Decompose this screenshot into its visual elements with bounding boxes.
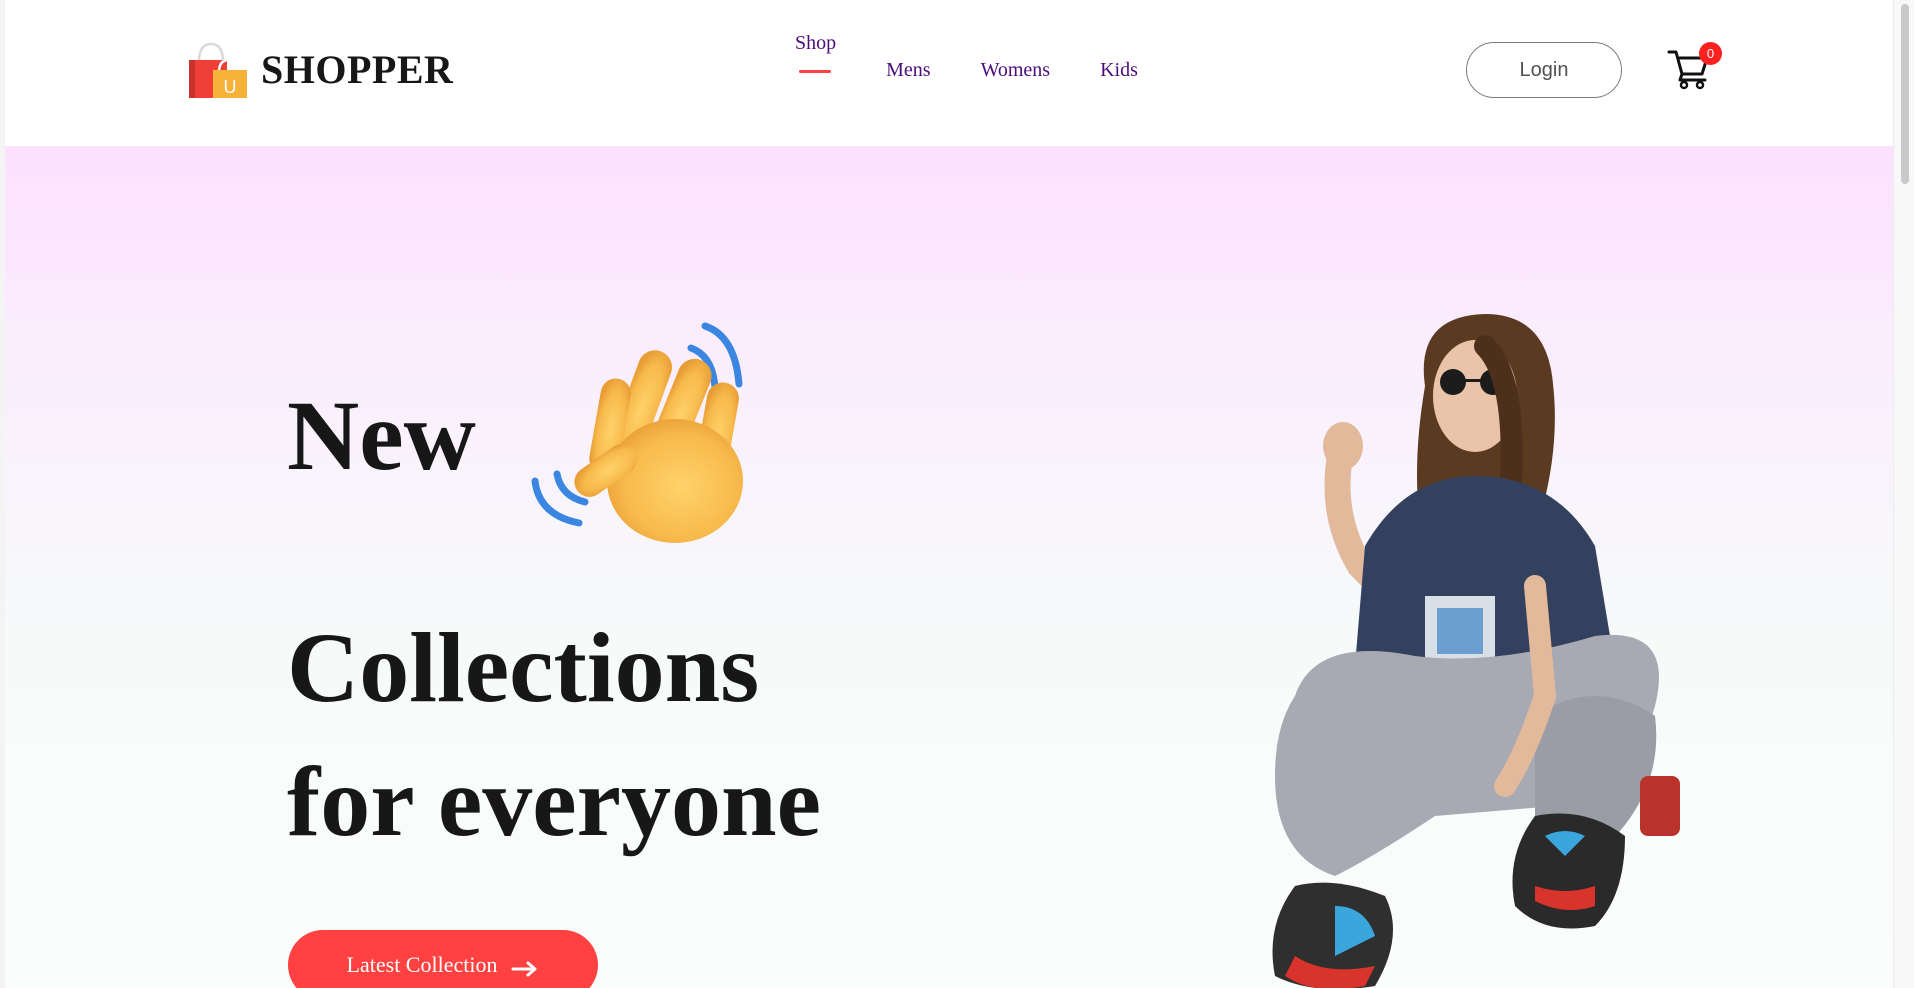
page: U SHOPPER Shop Mens Womens Kids Login 0 … (0, 0, 1914, 988)
nav-item-womens[interactable]: Womens (981, 59, 1051, 103)
scrollbar[interactable] (1893, 0, 1914, 988)
nav-menu: Shop Mens Womens Kids (795, 32, 1188, 88)
nav-item-label: Shop (795, 32, 837, 54)
logo[interactable]: U SHOPPER (185, 38, 453, 100)
nav-item-shop[interactable]: Shop (795, 32, 836, 76)
arrow-right-icon (511, 957, 539, 977)
waving-hand-icon (515, 296, 795, 576)
nav-item-mens[interactable]: Mens (886, 59, 930, 103)
login-button[interactable]: Login (1466, 42, 1622, 98)
cart-count-badge: 0 (1699, 42, 1722, 65)
active-underline (799, 70, 831, 73)
shopping-bag-icon: U (185, 38, 251, 100)
svg-text:U: U (224, 77, 237, 97)
nav-item-kids[interactable]: Kids (1100, 59, 1138, 103)
hero-model-image (1235, 256, 1735, 988)
nav-item-label: Womens (980, 59, 1051, 81)
latest-collection-button[interactable]: Latest Collection (288, 930, 598, 988)
latest-collection-label: Latest Collection (346, 952, 498, 977)
navbar: U SHOPPER Shop Mens Womens Kids Login 0 (5, 0, 1894, 146)
nav-item-label: Kids (1100, 59, 1138, 81)
hero-heading-line-1: New (287, 380, 476, 491)
hero-section: New Collections for everyone Latest Coll… (5, 146, 1894, 988)
hero-heading-line-3: for everyone (287, 746, 822, 857)
scrollbar-thumb[interactable] (1901, 4, 1909, 184)
logo-text: SHOPPER (261, 46, 454, 92)
hero-heading-line-2: Collections (287, 612, 760, 723)
nav-item-label: Mens (886, 59, 931, 81)
